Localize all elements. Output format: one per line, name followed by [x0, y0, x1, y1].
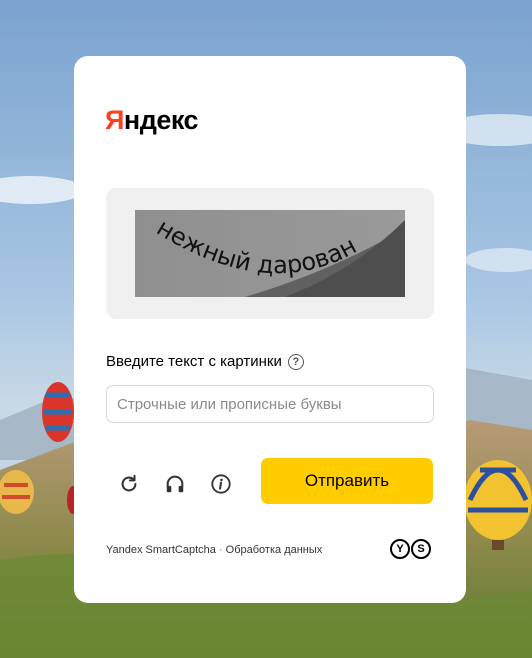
captcha-input[interactable] — [107, 386, 433, 422]
data-processing-link[interactable]: Обработка данных — [226, 544, 323, 556]
refresh-button[interactable] — [114, 469, 144, 499]
refresh-icon — [121, 474, 137, 492]
captcha-prompt: Введите текст с картинки ? — [106, 352, 304, 372]
product-name: Yandex SmartCaptcha — [106, 544, 216, 556]
submit-button[interactable]: Отправить — [261, 458, 433, 504]
yandex-logo: Яндекс — [105, 105, 199, 135]
smartcaptcha-badge: Y S — [390, 539, 432, 559]
prompt-label: Введите текст с картинки — [106, 353, 282, 370]
audio-captcha-button[interactable] — [160, 469, 190, 499]
footer-separator: · — [218, 544, 223, 556]
captcha-image: нежный дарован — [135, 210, 405, 297]
captcha-input-wrapper — [106, 385, 434, 423]
badge-s: S — [411, 539, 431, 559]
info-button[interactable] — [206, 469, 236, 499]
headphones-icon — [166, 475, 184, 493]
footer-links: Yandex SmartCaptcha · Обработка данных — [106, 543, 322, 557]
help-icon[interactable]: ? — [287, 354, 304, 370]
badge-y: Y — [390, 539, 410, 559]
captcha-image-container: нежный дарован — [106, 188, 434, 319]
captcha-card: Яндекс нежный дарован Введите текст с ка… — [74, 56, 466, 603]
info-icon — [211, 474, 231, 494]
